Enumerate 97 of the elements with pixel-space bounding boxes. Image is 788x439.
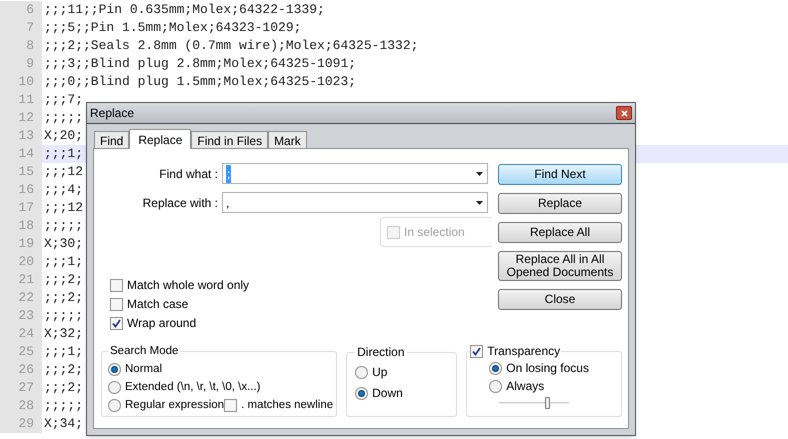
code-line: ;;;1; bbox=[44, 253, 84, 271]
line-number: 15 bbox=[0, 163, 42, 181]
code-line: ;;;2; bbox=[44, 271, 84, 289]
radio-label: Always bbox=[506, 378, 544, 395]
field-value: , bbox=[226, 194, 230, 212]
checkbox[interactable] bbox=[470, 344, 484, 358]
code-line: ;;;4; bbox=[44, 181, 84, 199]
check-icon bbox=[112, 318, 121, 328]
code-line: ;;;2; bbox=[44, 361, 84, 379]
code-line: X;32; bbox=[44, 325, 84, 343]
radio-label: Regular expression bbox=[125, 398, 224, 413]
code-line: X;34; bbox=[44, 415, 84, 433]
checkbox-label: Wrap around bbox=[127, 315, 196, 332]
code-line: X;20; bbox=[44, 127, 84, 145]
radio-label: Up bbox=[372, 364, 388, 381]
group-title: Direction bbox=[356, 344, 406, 361]
line-number: 6 bbox=[0, 1, 42, 19]
line-number: 9 bbox=[0, 55, 42, 73]
line-number: 7 bbox=[0, 19, 42, 37]
dialog-button[interactable]: Close bbox=[498, 289, 622, 310]
checkbox-label: Transparency bbox=[487, 343, 560, 360]
checkbox[interactable] bbox=[110, 298, 123, 310]
combo-field[interactable]: , bbox=[222, 192, 488, 213]
line-number: 25 bbox=[0, 343, 42, 361]
code-line: ;;;7; bbox=[44, 91, 84, 109]
line-number: 22 bbox=[0, 289, 42, 307]
line-number: 28 bbox=[0, 397, 42, 415]
line-number: 13 bbox=[0, 127, 42, 145]
line-number: 16 bbox=[0, 181, 42, 199]
code-line: ;;;;; bbox=[44, 109, 84, 127]
dialog-button[interactable]: Replace All in All Opened Documents bbox=[498, 251, 622, 281]
line-number: 12 bbox=[0, 109, 42, 127]
transparency-slider[interactable] bbox=[499, 397, 570, 409]
line-number: 19 bbox=[0, 235, 42, 253]
code-line: ;;;12 bbox=[44, 163, 84, 181]
checkbox-label: Match case bbox=[127, 296, 188, 313]
tab[interactable]: Find bbox=[94, 131, 130, 148]
dialog-button[interactable]: Replace All bbox=[498, 222, 622, 243]
line-number: 26 bbox=[0, 361, 42, 379]
field-value: ; bbox=[226, 164, 232, 182]
radio-button[interactable] bbox=[108, 362, 121, 376]
tab[interactable]: Mark bbox=[268, 131, 307, 148]
close-icon[interactable] bbox=[616, 106, 632, 120]
radio-button[interactable] bbox=[355, 386, 368, 400]
radio-button[interactable] bbox=[108, 380, 121, 394]
dropdown-arrow-icon bbox=[476, 172, 483, 176]
field-label: Replace with : bbox=[142, 194, 219, 212]
dropdown-arrow-icon bbox=[476, 200, 483, 204]
tab[interactable]: Replace bbox=[129, 129, 192, 149]
radio-label: Extended (\n, \r, \t, \0, \x...) bbox=[125, 380, 261, 395]
line-number: 23 bbox=[0, 307, 42, 325]
checkbox-label: . matches newline bbox=[241, 398, 334, 413]
window-title: Replace bbox=[90, 105, 134, 122]
line-number: 14 bbox=[0, 145, 42, 163]
code-line: ;;;;; bbox=[44, 217, 84, 235]
line-number: 17 bbox=[0, 199, 42, 217]
radio-label: Normal bbox=[125, 362, 162, 377]
line-number: 18 bbox=[0, 217, 42, 235]
line-number: 8 bbox=[0, 37, 42, 55]
checkbox-label: In selection bbox=[404, 224, 465, 241]
code-line: ;;;2; bbox=[44, 289, 84, 307]
line-number: 10 bbox=[0, 73, 42, 91]
code-line: ;;;2;;Seals 2.8mm (0.7mm wire);Molex;64325-1332; bbox=[44, 37, 418, 55]
radio-button[interactable] bbox=[355, 366, 368, 378]
tab[interactable]: Find in Files bbox=[191, 131, 268, 148]
line-number: 27 bbox=[0, 379, 42, 397]
code-line: ;;;5;;Pin 1.5mm;Molex;64323-1029; bbox=[44, 19, 302, 37]
line-number: 11 bbox=[0, 91, 42, 109]
checkbox[interactable] bbox=[224, 398, 238, 412]
field-label: Find what : bbox=[158, 166, 219, 182]
code-line: ;;;;; bbox=[44, 307, 84, 325]
code-line: X;30; bbox=[44, 235, 84, 253]
checkbox-label: Match whole word only bbox=[127, 277, 250, 294]
dialog-button[interactable]: Replace bbox=[498, 193, 622, 214]
group-title: Search Mode bbox=[109, 344, 180, 359]
checkbox[interactable] bbox=[110, 316, 123, 330]
line-number: 20 bbox=[0, 253, 42, 271]
check-icon bbox=[472, 346, 482, 356]
checkbox[interactable] bbox=[110, 278, 123, 292]
code-line: ;;;11;;Pin 0.635mm;Molex;64322-1339; bbox=[44, 1, 325, 19]
code-line: ;;;1; bbox=[44, 145, 84, 163]
code-line: ;;;2; bbox=[44, 379, 84, 397]
code-line: ;;;12 bbox=[44, 199, 84, 217]
radio-button[interactable] bbox=[489, 380, 502, 392]
dialog-button[interactable]: Find Next bbox=[498, 164, 622, 185]
line-number: 24 bbox=[0, 325, 42, 343]
code-line: ;;;0;;Blind plug 1.5mm;Molex;64325-1023; bbox=[44, 73, 356, 91]
code-line: ;;;;; bbox=[44, 397, 84, 415]
code-line: ;;;1; bbox=[44, 343, 84, 361]
line-number: 21 bbox=[0, 271, 42, 289]
slider-thumb[interactable] bbox=[545, 397, 550, 409]
code-line: ;;;3;;Blind plug 2.8mm;Molex;64325-1091; bbox=[44, 55, 356, 73]
radio-button[interactable] bbox=[108, 398, 121, 412]
line-number: 29 bbox=[0, 415, 42, 433]
radio-label: Down bbox=[372, 385, 403, 402]
radio-label: On losing focus bbox=[506, 360, 589, 377]
radio-button[interactable] bbox=[489, 362, 502, 374]
